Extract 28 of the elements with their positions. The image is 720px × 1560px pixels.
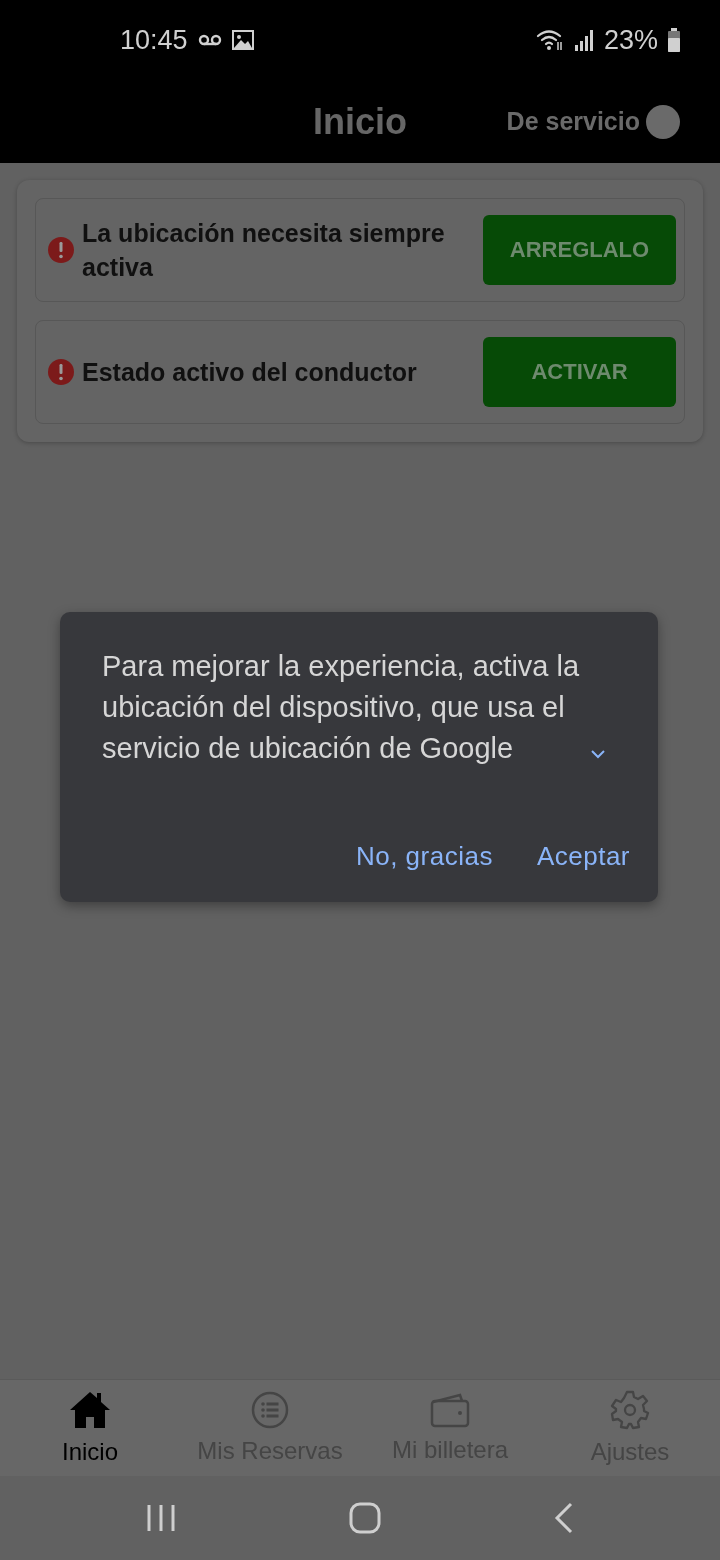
screen-title: Inicio — [313, 100, 407, 143]
voicemail-icon — [197, 34, 222, 46]
alert-message: La ubicación necesita siempre activa — [82, 218, 446, 283]
signal-icon — [573, 29, 594, 51]
status-time: 10:45 — [120, 24, 188, 56]
dialog-button[interactable]: No, gracias — [355, 835, 493, 878]
image-icon — [231, 30, 254, 50]
wallet-icon — [430, 1392, 470, 1428]
dialog-message: Para mejorar la experiencia, activa la ubicación del dispositivo, que usa el servicio de ubicación de Google — [102, 649, 581, 766]
back-icon[interactable] — [553, 1502, 574, 1534]
chevron-down-icon[interactable] — [590, 749, 606, 759]
alert-message: Estado activo del conductor — [82, 357, 418, 388]
duty-label: De servicio — [506, 107, 640, 136]
list-icon — [251, 1391, 289, 1429]
battery-icon — [668, 28, 680, 52]
action-button[interactable]: ARREGLALO — [483, 215, 676, 285]
action-button[interactable]: ACTIVAR — [483, 337, 676, 407]
battery-percent: 23% — [603, 24, 658, 56]
settings-icon — [610, 1390, 650, 1430]
home-button-icon[interactable] — [349, 1502, 381, 1534]
home-icon — [68, 1390, 112, 1430]
nav-tab[interactable]: Inicio — [0, 1380, 180, 1476]
error-icon — [48, 237, 74, 263]
dialog-button[interactable]: Aceptar — [536, 835, 630, 878]
recent-apps-icon[interactable] — [146, 1504, 177, 1532]
duty-toggle[interactable] — [646, 104, 680, 139]
error-icon — [48, 359, 74, 385]
wifi-icon — [535, 28, 564, 52]
